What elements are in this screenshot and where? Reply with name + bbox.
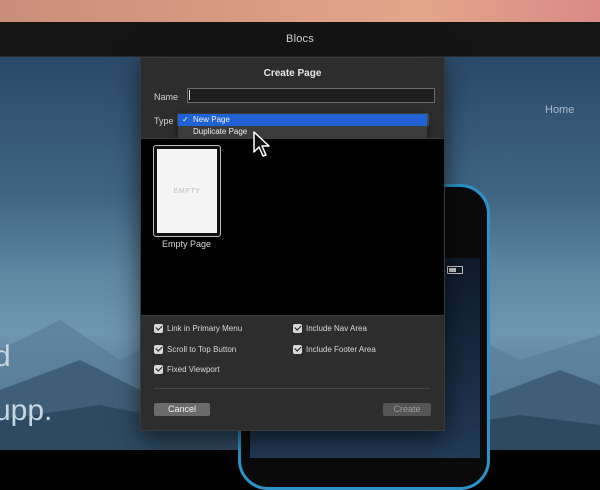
template-thumbnail: EMPTY <box>157 149 217 233</box>
cancel-button[interactable]: Cancel <box>154 403 210 416</box>
template-card-empty[interactable]: EMPTY <box>153 145 221 237</box>
type-label: Type <box>154 116 174 126</box>
name-label: Name <box>154 92 179 102</box>
option-scroll-to-top[interactable]: Scroll to Top Button <box>154 343 236 355</box>
hero-heading-fragment: d <box>0 340 11 373</box>
dropdown-item-new-page[interactable]: ✓ New Page <box>178 114 427 126</box>
option-label: Fixed Viewport <box>167 364 220 374</box>
battery-icon <box>447 266 463 274</box>
dialog-title: Create Page <box>263 68 322 79</box>
checkbox-icon[interactable] <box>154 323 163 333</box>
checkbox-icon[interactable] <box>154 344 163 354</box>
option-include-nav-area[interactable]: Include Nav Area <box>293 322 367 334</box>
hero-heading-fragment-2: upp. <box>0 394 53 427</box>
template-name: Empty Page <box>161 239 212 249</box>
checkbox-icon[interactable] <box>154 364 163 374</box>
divider <box>154 388 430 389</box>
text-caret <box>189 90 190 100</box>
dropdown-item-label: Duplicate Page <box>193 127 248 136</box>
template-thumb-text: EMPTY <box>173 187 201 195</box>
option-fixed-viewport[interactable]: Fixed Viewport <box>154 363 220 375</box>
option-label: Link in Primary Menu <box>167 323 243 333</box>
checkmark-icon: ✓ <box>182 115 189 124</box>
dropdown-item-duplicate-page[interactable]: Duplicate Page <box>178 126 427 138</box>
option-label: Scroll to Top Button <box>167 344 237 354</box>
nav-home-link[interactable]: Home <box>545 104 574 116</box>
window-titlebar: Blocs <box>0 22 600 57</box>
option-include-footer-area[interactable]: Include Footer Area <box>293 343 376 355</box>
template-gallery: EMPTY Empty Page <box>141 138 444 316</box>
dropdown-item-label: New Page <box>193 115 230 124</box>
checkbox-icon[interactable] <box>293 323 302 333</box>
option-label: Include Nav Area <box>306 323 367 333</box>
option-link-primary-menu[interactable]: Link in Primary Menu <box>154 322 242 334</box>
mouse-pointer-icon <box>253 131 270 157</box>
checkbox-icon[interactable] <box>293 344 302 354</box>
desktop-wallpaper-strip <box>0 0 600 22</box>
create-button[interactable]: Create <box>383 403 431 416</box>
app-title: Blocs <box>286 33 314 45</box>
type-dropdown-menu: ✓ New Page Duplicate Page <box>178 113 427 139</box>
page-name-input[interactable] <box>187 88 435 103</box>
create-page-dialog: Create Page Name Type ▲▼ ✓ New Page Dupl… <box>140 57 445 431</box>
option-label: Include Footer Area <box>306 344 376 354</box>
